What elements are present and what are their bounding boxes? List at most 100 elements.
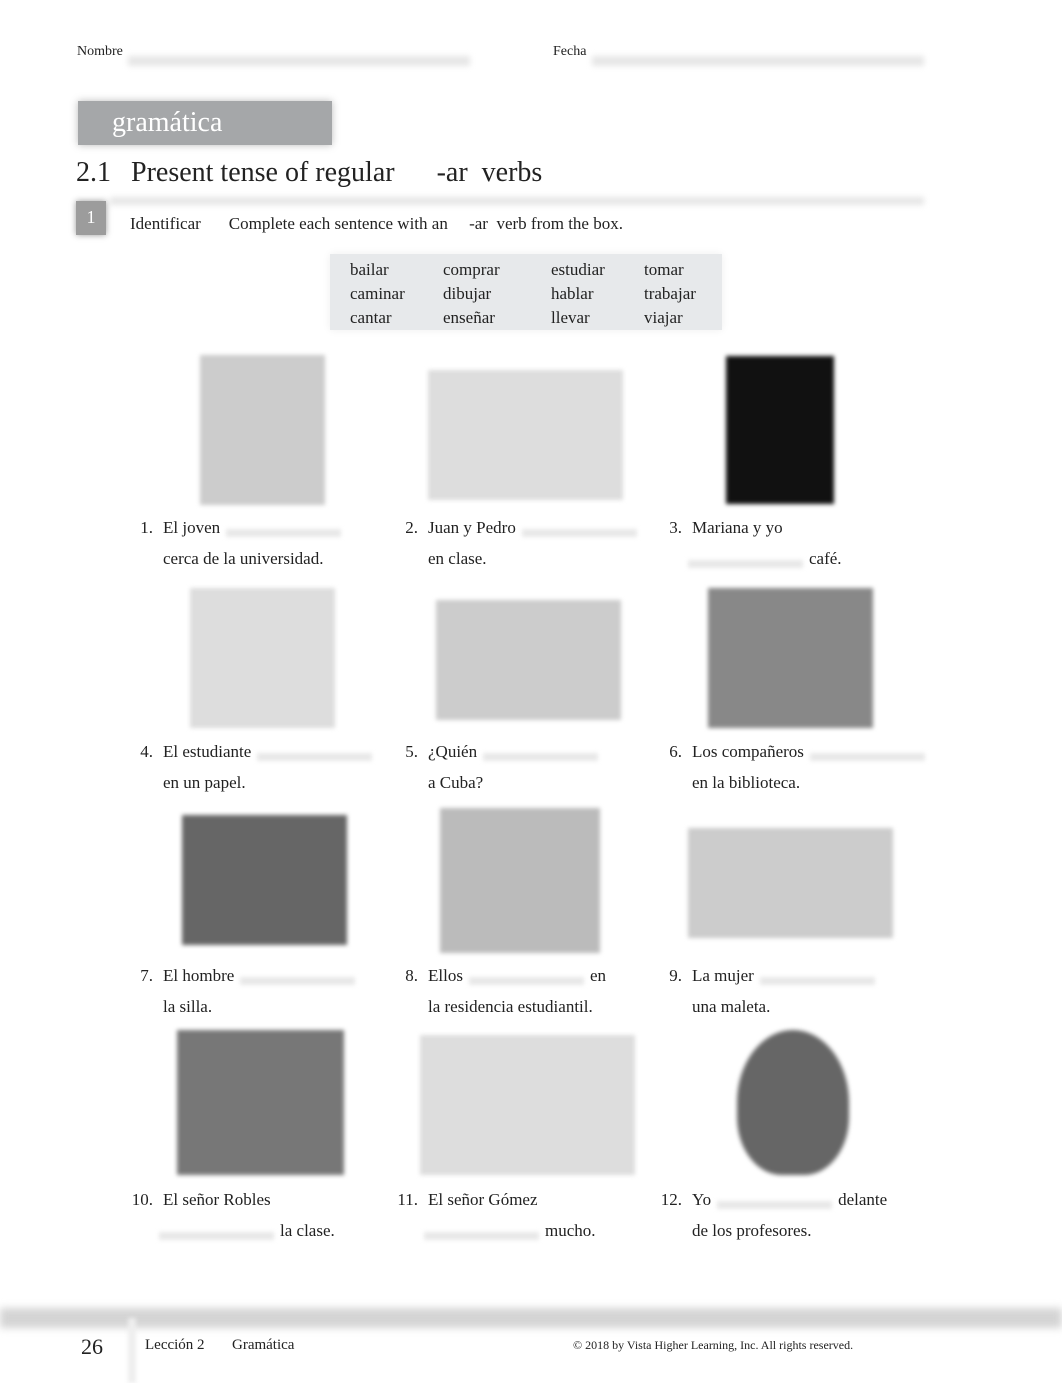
activity-name: Identificar [130, 214, 201, 233]
exercise-item: 4. El estudiante en un papel. [140, 736, 378, 798]
answer-blank[interactable] [226, 529, 342, 537]
exercise-item: 1. El joven cerca de la universidad. [140, 512, 347, 574]
exercise-item: 3. Mariana y yo café. [669, 512, 842, 574]
item-subject: El hombre [163, 966, 235, 985]
instruction-text: Complete each sentence with an [228, 214, 448, 233]
answer-blank[interactable] [257, 753, 373, 761]
answer-blank[interactable] [468, 977, 584, 985]
item-ending: la clase. [280, 1221, 335, 1240]
illustration [177, 1030, 344, 1175]
instructions: Identificar Complete each sentence with a… [130, 214, 623, 234]
item-number: 5. [405, 742, 418, 761]
item-ending: en la biblioteca. [692, 773, 801, 792]
verb-option: enseñar [443, 308, 495, 327]
footer-section: Gramática [232, 1337, 295, 1353]
item-subject: Los compañeros [692, 742, 804, 761]
item-number: 11. [397, 1190, 418, 1209]
section-suffix: -ar [436, 157, 468, 188]
verb-option: caminar [350, 284, 405, 303]
answer-blank[interactable] [759, 977, 875, 985]
illustration [200, 355, 325, 505]
date-label: Fecha [553, 44, 587, 59]
verb-option: bailar [350, 260, 389, 279]
illustration [190, 588, 335, 728]
item-ending: una maleta. [692, 997, 771, 1016]
item-subject: Yo [692, 1190, 712, 1209]
illustration [726, 356, 834, 504]
item-number: 2. [405, 518, 418, 537]
item-number: 1. [140, 518, 153, 537]
item-number: 9. [669, 966, 682, 985]
item-subject: La mujer [692, 966, 754, 985]
exercise-item: 10. El señor Robles la clase. [132, 1184, 335, 1246]
item-ending: la silla. [163, 997, 213, 1016]
item-number: 12. [660, 1190, 682, 1209]
answer-blank[interactable] [521, 529, 637, 537]
footer-bar [0, 1308, 1062, 1328]
item-ending: en clase. [428, 549, 487, 568]
instruction-end: verb from the box. [496, 214, 623, 233]
illustration [182, 815, 347, 945]
exercise-item: 8. Ellos en la residencia estudiantil. [405, 960, 606, 1022]
item-ending: la residencia estudiantil. [428, 997, 593, 1016]
instruction-suffix: -ar [469, 214, 488, 233]
answer-blank[interactable] [717, 1201, 833, 1209]
section-banner: gramática [78, 101, 332, 145]
item-subject: Ellos [428, 966, 463, 985]
item-subject: Juan y Pedro [428, 518, 516, 537]
illustration [428, 370, 623, 500]
divider [110, 197, 924, 205]
item-number: 4. [140, 742, 153, 761]
footer-lesson: Lección 2 [145, 1337, 205, 1353]
item-subject: El estudiante [163, 742, 252, 761]
verb-option: estudiar [551, 260, 605, 279]
item-subject: Mariana y yo [692, 518, 783, 537]
item-ending: cerca de la universidad. [163, 549, 324, 568]
illustration [420, 1035, 635, 1175]
item-subject: El señor Robles [163, 1190, 271, 1209]
item-number: 8. [405, 966, 418, 985]
item-number: 10. [131, 1190, 153, 1209]
answer-blank[interactable] [809, 753, 925, 761]
illustration [708, 588, 873, 728]
illustration [688, 828, 893, 938]
footer-divider [128, 1318, 136, 1383]
page-number: 26 [81, 1334, 103, 1359]
verb-option: dibujar [443, 284, 492, 303]
worksheet-page: Nombre Fecha gramática 2.1 Present tense … [0, 0, 1062, 1383]
item-mid: en [589, 966, 606, 985]
item-mid: delante [838, 1190, 888, 1209]
exercise-item: 7. El hombre la silla. [140, 960, 361, 1022]
item-ending: café. [809, 549, 842, 568]
section-title: Present tense of regular [131, 157, 395, 188]
activity-number: 1 [76, 201, 106, 235]
answer-blank[interactable] [240, 977, 356, 985]
page-title: 2.1 Present tense of regular -ar verbs [76, 157, 542, 189]
name-field[interactable] [128, 56, 470, 66]
item-ending: mucho. [545, 1221, 596, 1240]
item-number: 6. [669, 742, 682, 761]
item-subject: El señor Gómez [428, 1190, 538, 1209]
illustration [737, 1030, 849, 1175]
verb-option: tomar [644, 260, 684, 279]
answer-blank[interactable] [688, 560, 803, 568]
exercise-item: 9. La mujer una maleta. [669, 960, 881, 1022]
section-verbs: verbs [481, 157, 543, 188]
item-subject: El joven [163, 518, 221, 537]
answer-blank[interactable] [483, 753, 599, 761]
item-number: 3. [669, 518, 682, 537]
name-label: Nombre [77, 44, 123, 59]
banner-text: gramática [112, 107, 223, 138]
section-number: 2.1 [76, 157, 111, 188]
answer-blank[interactable] [424, 1232, 539, 1240]
date-field[interactable] [592, 56, 924, 66]
verb-option: trabajar [644, 284, 696, 303]
illustration [440, 808, 600, 953]
item-number: 7. [140, 966, 153, 985]
verb-option: hablar [551, 284, 594, 303]
verb-option: viajar [644, 308, 683, 327]
verb-option: cantar [350, 308, 392, 327]
answer-blank[interactable] [159, 1232, 274, 1240]
item-ending: a Cuba? [428, 773, 484, 792]
copyright: © 2018 by Vista Higher Learning, Inc. Al… [573, 1338, 854, 1352]
